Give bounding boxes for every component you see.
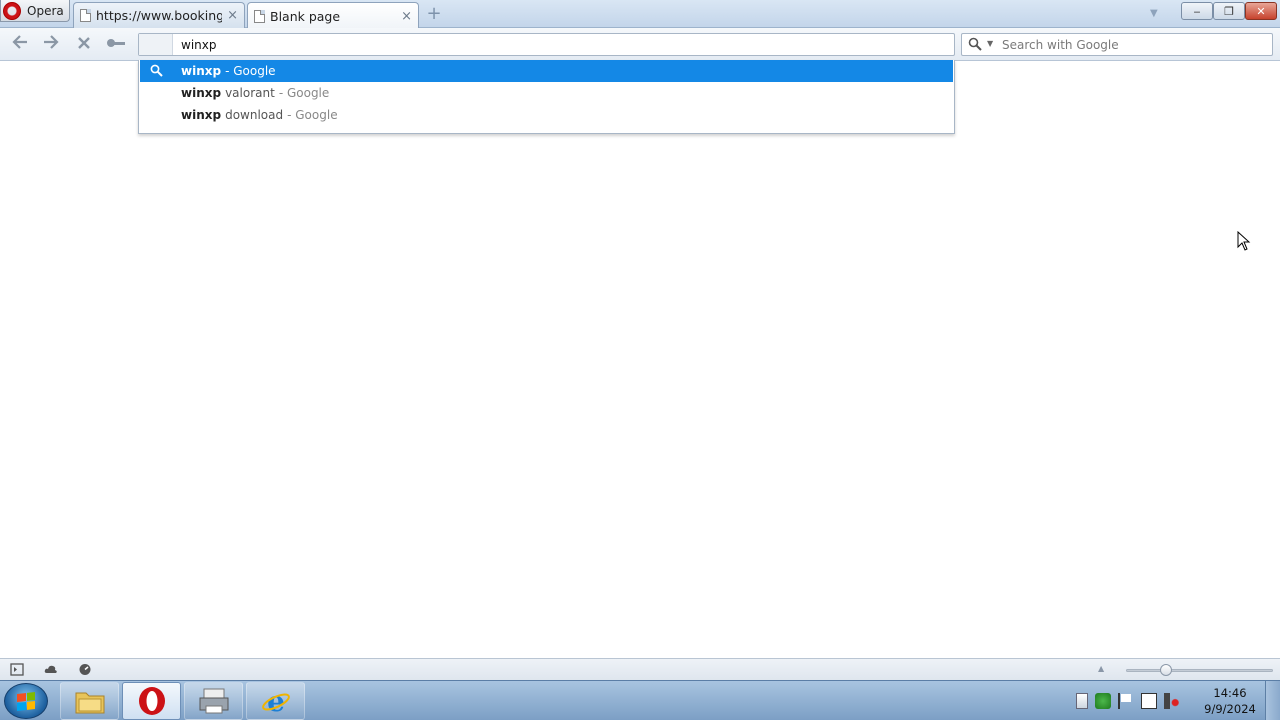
security-shield-icon[interactable] — [1095, 693, 1111, 709]
windows-logo-icon — [17, 692, 35, 711]
suggestion-item[interactable]: winxp - Google — [140, 60, 953, 82]
suggestion-suffix: valorant — [225, 86, 275, 100]
opera-menu-button[interactable]: Opera — [0, 0, 70, 22]
suggestion-engine: - Google — [287, 108, 338, 122]
tab-booking[interactable]: https://www.booking.c... × — [73, 2, 245, 28]
zoom-menu-icon[interactable]: ▲ — [1098, 664, 1104, 673]
suggestion-engine: - Google — [225, 64, 276, 78]
internet-explorer-icon: e — [261, 686, 290, 716]
action-center-flag-icon[interactable] — [1118, 693, 1134, 709]
back-button[interactable] — [9, 35, 31, 53]
tab-blank-page[interactable]: Blank page × — [247, 2, 419, 29]
page-icon — [80, 9, 91, 22]
opera-menu-label: Opera — [27, 3, 64, 18]
status-bar: ▲ — [0, 658, 1280, 680]
forward-arrow-icon — [44, 35, 59, 49]
opera-turbo-icon[interactable] — [78, 663, 92, 676]
taskbar-file-explorer[interactable] — [60, 682, 119, 720]
tab-menu-chevron-icon[interactable]: ▼ — [1150, 8, 1158, 19]
back-arrow-icon — [12, 35, 27, 49]
tab-strip: Opera https://www.booking.c... × Blank p… — [0, 0, 1280, 29]
suggestion-query: winxp — [181, 64, 222, 78]
opera-icon — [138, 687, 165, 715]
close-window-button[interactable]: ✕ — [1245, 2, 1277, 20]
suggestion-item[interactable]: winxp download - Google — [140, 104, 953, 126]
taskbar-internet-explorer[interactable]: e — [246, 682, 305, 720]
restore-button[interactable]: ❐ — [1213, 2, 1245, 20]
forward-button[interactable] — [40, 35, 62, 53]
opera-logo-icon — [3, 1, 21, 20]
taskbar: e 14:46 9/9/2024 — [0, 680, 1280, 720]
panel-toggle-icon[interactable] — [10, 663, 24, 676]
network-icon[interactable] — [1141, 693, 1157, 709]
folder-icon — [75, 692, 104, 714]
search-icon — [968, 37, 982, 51]
start-button[interactable] — [4, 683, 48, 719]
address-bar[interactable] — [138, 33, 955, 56]
stop-icon — [78, 37, 90, 49]
page-icon — [254, 9, 265, 23]
taskbar-printer-tool[interactable] — [184, 682, 243, 720]
navigation-bar: ▼ — [0, 28, 1280, 61]
zoom-slider-track[interactable] — [1126, 669, 1273, 672]
minimize-button[interactable]: ‒ — [1181, 2, 1213, 20]
page-content — [0, 61, 1280, 658]
clock-time: 14:46 — [1213, 686, 1247, 700]
suggestion-query: winxp — [181, 86, 222, 100]
clock-date: 9/9/2024 — [1204, 702, 1256, 716]
key-icon — [107, 39, 125, 47]
address-input[interactable] — [181, 36, 941, 53]
svg-text:e: e — [267, 686, 285, 716]
tab-close-icon[interactable]: × — [401, 9, 412, 24]
address-suggestions: winxp - Google winxp valorant - Google w… — [138, 60, 955, 134]
tab-close-icon[interactable]: × — [227, 8, 238, 23]
system-tray — [1076, 688, 1180, 714]
suggestion-query: winxp — [181, 108, 222, 122]
search-box[interactable]: ▼ — [961, 33, 1273, 56]
volume-muted-icon[interactable] — [1164, 693, 1180, 709]
suggestion-engine: - Google — [278, 86, 330, 100]
document-tray-icon[interactable] — [1076, 693, 1088, 709]
system-clock[interactable]: 14:46 9/9/2024 — [1200, 685, 1260, 717]
site-badge[interactable] — [139, 34, 173, 55]
search-input[interactable] — [1002, 37, 1267, 53]
key-button[interactable] — [105, 35, 127, 53]
tab-title: Blank page — [270, 8, 341, 24]
printer-icon — [199, 688, 228, 714]
show-desktop-button[interactable] — [1265, 681, 1280, 720]
opera-link-cloud-icon[interactable] — [44, 663, 58, 676]
stop-button[interactable] — [73, 35, 95, 53]
suggestion-item[interactable]: winxp valorant - Google — [140, 82, 953, 104]
zoom-slider-handle[interactable] — [1159, 664, 1172, 676]
tab-title: https://www.booking.c... — [96, 8, 222, 23]
search-engine-dropdown-icon[interactable]: ▼ — [987, 39, 993, 48]
search-icon — [150, 64, 163, 77]
suggestion-suffix: download — [225, 108, 284, 122]
mouse-cursor-icon — [1237, 231, 1251, 251]
taskbar-opera[interactable] — [122, 682, 181, 720]
new-tab-button[interactable]: + — [426, 5, 442, 23]
